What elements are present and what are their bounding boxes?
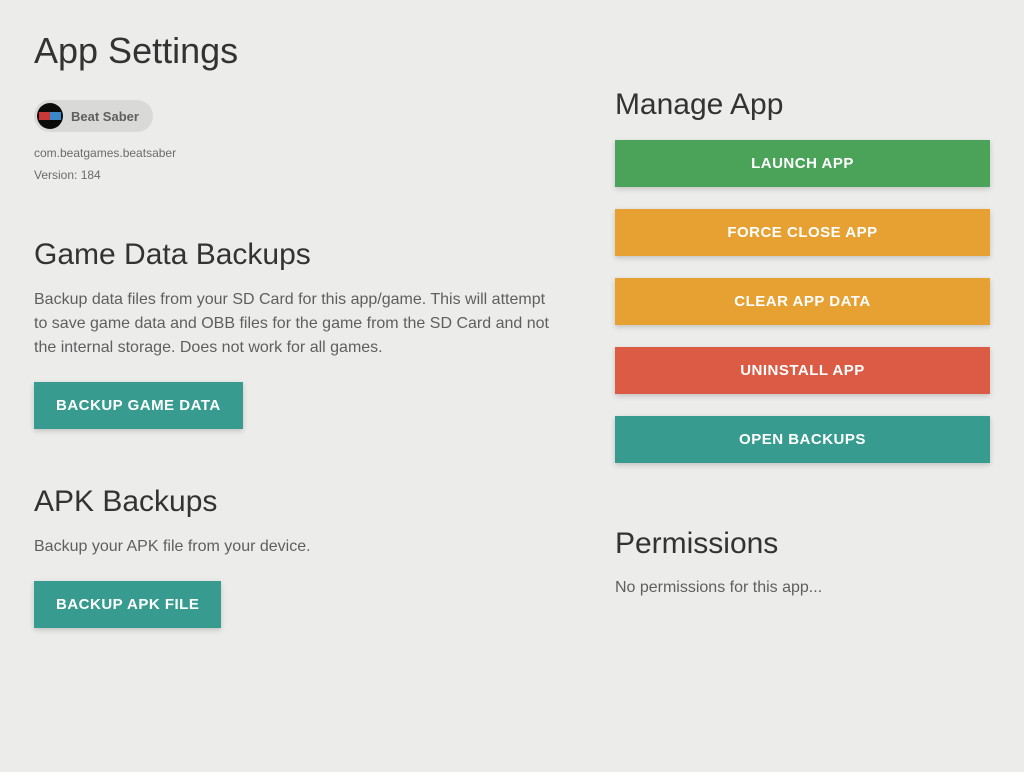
app-name-label: Beat Saber [71,109,139,124]
open-backups-button[interactable]: OPEN BACKUPS [615,416,990,463]
manage-app-actions: LAUNCH APP FORCE CLOSE APP CLEAR APP DAT… [615,140,990,463]
force-close-app-button[interactable]: FORCE CLOSE APP [615,209,990,256]
apk-backups-desc: Backup your APK file from your device. [34,535,555,559]
page-title: App Settings [34,30,990,72]
launch-app-button[interactable]: LAUNCH APP [615,140,990,187]
package-id: com.beatgames.beatsaber [34,146,555,160]
manage-app-heading: Manage App [615,88,990,122]
clear-app-data-button[interactable]: CLEAR APP DATA [615,278,990,325]
uninstall-app-button[interactable]: UNINSTALL APP [615,347,990,394]
apk-backups-heading: APK Backups [34,485,555,519]
game-data-backups-desc: Backup data files from your SD Card for … [34,288,555,360]
app-version: Version: 184 [34,168,555,182]
permissions-text: No permissions for this app... [615,579,990,597]
permissions-heading: Permissions [615,527,990,561]
backup-apk-file-button[interactable]: BACKUP APK FILE [34,581,221,628]
game-data-backups-heading: Game Data Backups [34,238,555,272]
app-chip[interactable]: Beat Saber [34,100,153,132]
app-icon [37,103,63,129]
backup-game-data-button[interactable]: BACKUP GAME DATA [34,382,243,429]
